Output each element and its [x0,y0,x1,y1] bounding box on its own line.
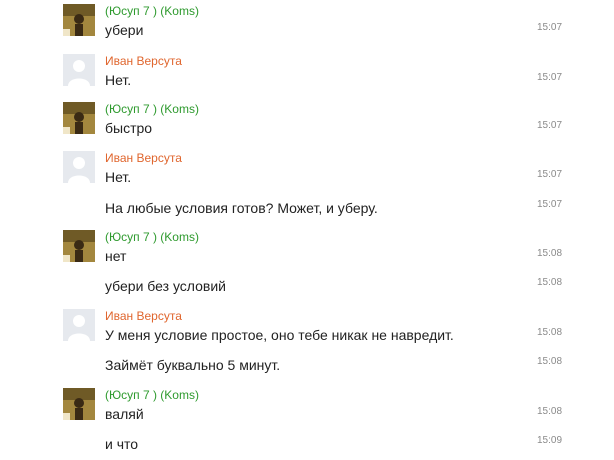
message-time: 15:08 [537,248,563,259]
author-name[interactable]: Иван Версута [105,151,182,165]
message-time: 15:07 [537,120,563,131]
message-time: 15:08 [537,406,563,417]
author-name[interactable]: (Юсуп 7 ) (Koms) [105,4,199,18]
message-text: На любые условия готов? Может, и уберу. [105,200,378,216]
message-time: 15:07 [537,22,563,33]
default-avatar-icon[interactable] [63,151,95,183]
message-time: 15:08 [537,327,563,338]
photo-avatar-icon[interactable] [63,388,95,420]
message-time: 15:08 [537,277,563,288]
message-time: 15:07 [537,72,563,83]
message-text: Займёт буквально 5 минут. [105,357,281,373]
author-name[interactable]: Иван Версута [105,309,182,323]
message-text: Нет. [105,169,132,185]
message-text: валяй [105,406,144,422]
message-time: 15:07 [537,169,563,180]
message-text: убери без условий [105,278,226,294]
message-text: быстро [105,120,153,136]
photo-avatar-icon[interactable] [63,102,95,134]
message-text: У меня условие простое, оно тебе никак н… [105,327,454,343]
chat-history: (Юсуп 7 ) (Koms) убери 15:07 Иван Версут… [0,0,614,460]
default-avatar-icon[interactable] [63,309,95,341]
message-time: 15:09 [537,435,563,446]
message-text: Нет. [105,72,132,88]
author-name[interactable]: (Юсуп 7 ) (Koms) [105,230,199,244]
message-text: и что [105,436,139,452]
default-avatar-icon[interactable] [63,54,95,86]
photo-avatar-icon[interactable] [63,4,95,36]
message-text: убери [105,22,144,38]
message-time: 15:07 [537,199,563,210]
photo-avatar-icon[interactable] [63,230,95,262]
author-name[interactable]: (Юсуп 7 ) (Koms) [105,388,199,402]
author-name[interactable]: Иван Версута [105,54,182,68]
message-text: нет [105,248,127,264]
author-name[interactable]: (Юсуп 7 ) (Koms) [105,102,199,116]
message-time: 15:08 [537,356,563,367]
